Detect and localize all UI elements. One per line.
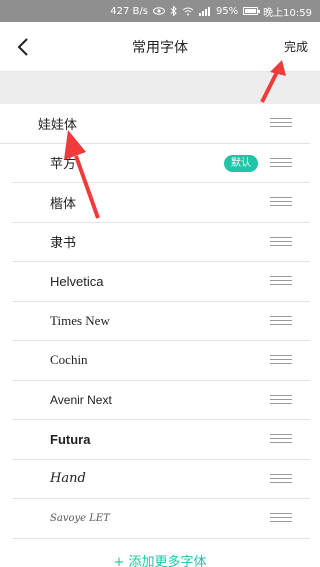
font-row[interactable]: 隶书 <box>12 223 310 262</box>
clock: 晚上10:59 <box>263 7 312 19</box>
page-title: 常用字体 <box>132 39 188 56</box>
font-row[interactable]: Helvetica <box>12 262 310 302</box>
network-speed: 427 B/s <box>110 5 148 17</box>
font-name: Savoye LET <box>50 512 110 524</box>
font-row[interactable]: Futura <box>12 420 310 460</box>
battery-percent: 95% <box>215 5 239 17</box>
drag-handle-icon[interactable] <box>270 434 292 444</box>
font-list: 娃娃体 苹方 默认 楷体 隶书 Helvetica Times New Coch… <box>0 104 320 539</box>
chevron-left-icon <box>17 38 28 56</box>
font-name: 隶书 <box>50 236 77 252</box>
drag-handle-icon[interactable] <box>270 473 292 484</box>
font-name: Avenir Next <box>50 392 112 407</box>
eye-icon <box>152 7 165 15</box>
font-name: Helvetica <box>50 273 104 289</box>
signal-icon <box>198 6 211 16</box>
drag-handle-icon[interactable] <box>270 394 292 405</box>
battery-icon <box>243 7 261 15</box>
drag-handle-icon[interactable] <box>270 236 292 247</box>
drag-handle-icon[interactable] <box>270 118 292 128</box>
font-row[interactable]: 苹方 默认 <box>12 144 310 183</box>
font-row[interactable]: Cochin <box>12 341 310 381</box>
wifi-icon <box>182 7 194 16</box>
font-name: Futura <box>50 431 91 447</box>
drag-handle-icon[interactable] <box>270 276 292 286</box>
drag-handle-icon[interactable] <box>270 355 292 365</box>
font-row[interactable]: Avenir Next <box>12 381 310 420</box>
drag-handle-icon[interactable] <box>270 513 292 523</box>
drag-handle-icon[interactable] <box>270 315 292 326</box>
drag-handle-icon[interactable] <box>270 157 292 168</box>
add-more-fonts-button[interactable]: + 添加更多字体 <box>0 551 320 567</box>
font-row[interactable]: Savoye LET <box>12 499 310 539</box>
done-button[interactable]: 完成 <box>284 38 308 55</box>
font-row[interactable]: Times New <box>12 302 310 341</box>
font-name: Cochin <box>50 352 88 368</box>
arrow-annotation-font <box>64 130 100 219</box>
font-name: Times New <box>50 312 110 328</box>
status-bar: 427 B/s 95% 晚上10:59 <box>0 0 320 22</box>
default-badge: 默认 <box>224 154 258 172</box>
bluetooth-icon <box>170 6 177 16</box>
drag-handle-icon[interactable] <box>270 197 292 207</box>
font-row[interactable]: 娃娃体 <box>0 104 310 144</box>
back-button[interactable] <box>14 36 34 58</box>
arrow-annotation-done <box>260 60 286 103</box>
font-row[interactable]: Hand <box>12 460 310 499</box>
font-name: Hand <box>50 471 86 487</box>
font-row[interactable]: 楷体 <box>12 183 310 223</box>
